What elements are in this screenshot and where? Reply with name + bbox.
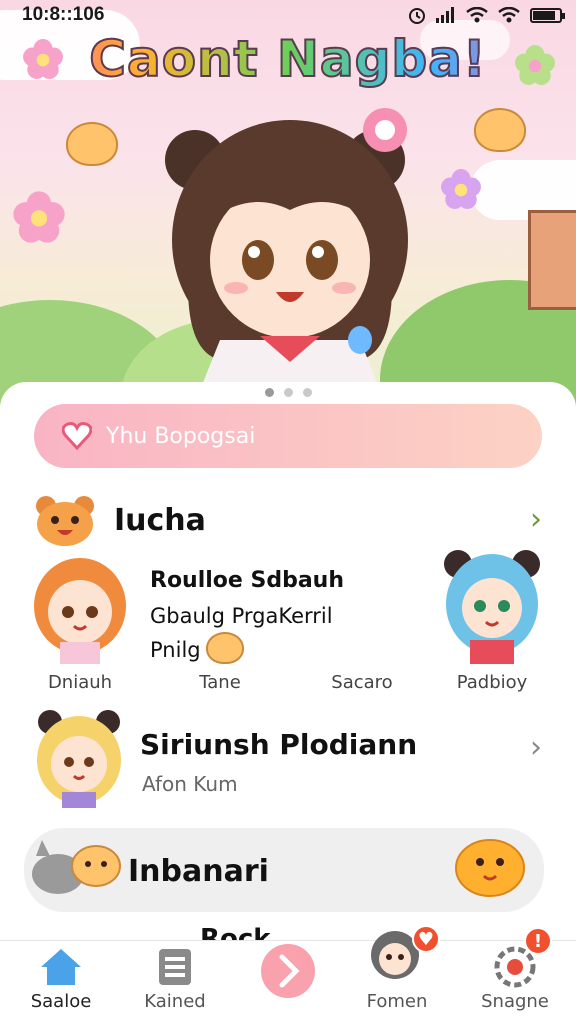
- content-sheet: Yhu Bopogsai Iucha › Dniauh Roulloe Sdba…: [0, 382, 576, 942]
- carousel-dot[interactable]: [302, 388, 312, 397]
- character-avatar[interactable]: [28, 554, 132, 664]
- avatar-label[interactable]: Tane: [168, 672, 272, 693]
- signal-icon: [436, 7, 454, 23]
- wifi-icon: [466, 7, 488, 23]
- chevron-right-icon[interactable]: ›: [530, 730, 542, 765]
- card-subtitle: Afon Kum: [142, 772, 238, 796]
- alarm-icon: [409, 8, 425, 24]
- wifi-icon: [498, 7, 520, 23]
- nav-center[interactable]: [233, 941, 343, 1024]
- flower-icon: [441, 169, 481, 209]
- carousel-dot[interactable]: [283, 388, 293, 397]
- avatar-label[interactable]: Sacaro: [310, 672, 414, 693]
- character-avatar[interactable]: [34, 708, 124, 808]
- blob-mascot-icon: [455, 839, 525, 897]
- carousel-dots[interactable]: [0, 388, 576, 397]
- featured-subtitle: Gbaulg PrgaKerril: [150, 604, 333, 628]
- nav-list[interactable]: Kained: [120, 941, 230, 1024]
- battery-icon: [530, 7, 565, 23]
- card-title[interactable]: Siriunsh Plodiann: [140, 728, 417, 761]
- mascot-blob: [474, 108, 526, 152]
- house: [528, 210, 576, 310]
- chevron-right-icon[interactable]: ›: [530, 502, 542, 537]
- search-bar[interactable]: Yhu Bopogsai: [34, 404, 542, 468]
- search-placeholder[interactable]: Yhu Bopogsai: [106, 424, 255, 449]
- status-bar: 10:8::106: [0, 0, 576, 30]
- bottom-nav: Saaloe Kained ♥ Fomen ! Snagne: [0, 925, 576, 1024]
- heart-search-icon: [62, 422, 92, 450]
- carousel-dot[interactable]: [264, 388, 274, 397]
- hero-title: Caont Nagba!: [0, 29, 576, 89]
- home-icon: [41, 949, 81, 985]
- featured-title[interactable]: Roulloe Sdbauh: [150, 568, 344, 593]
- hero-banner[interactable]: Caont Nagba!: [0, 0, 576, 410]
- nav-home[interactable]: Saaloe: [6, 941, 116, 1024]
- list-icon: [159, 949, 191, 985]
- mascot-blob: [66, 122, 118, 166]
- cat-mascot-icon: [32, 840, 121, 894]
- flower-icon: [13, 191, 65, 243]
- notification-badge: ♥: [412, 925, 440, 953]
- avatar-label: Padbioy: [456, 672, 528, 693]
- nav-label: Fomen: [366, 991, 428, 1012]
- chevron-right-icon: [261, 944, 315, 998]
- notification-badge: !: [524, 927, 552, 955]
- character-avatar[interactable]: [440, 548, 544, 664]
- chibi-character-illustration: [165, 108, 408, 390]
- nav-label: Kained: [144, 991, 206, 1012]
- section-title: Inbanari: [128, 854, 269, 889]
- status-time: 10:8::106: [22, 4, 105, 25]
- nav-profile[interactable]: ♥ Fomen: [342, 925, 452, 1024]
- avatar-label: Dniauh: [47, 672, 113, 693]
- nav-label: Saaloe: [30, 991, 92, 1012]
- featured-detail: Pnilg: [150, 638, 201, 662]
- mascot-blob: [206, 632, 244, 664]
- section-title: Iucha: [114, 502, 206, 538]
- section-header[interactable]: Iucha: [34, 494, 206, 546]
- nav-settings[interactable]: ! Snagne: [460, 927, 570, 1024]
- nav-label: Snagne: [481, 991, 549, 1012]
- bear-icon: [36, 496, 94, 546]
